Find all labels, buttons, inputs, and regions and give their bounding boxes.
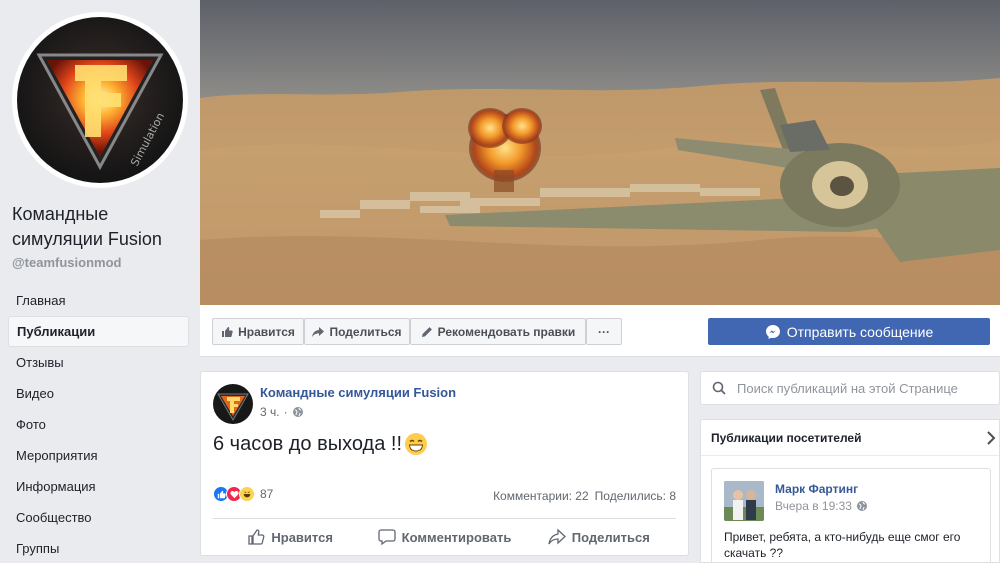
post-card: Командные симуляции Fusion 3 ч. · 6 часо… — [200, 371, 689, 556]
visitor-posts-title: Публикации посетителей — [711, 430, 862, 445]
comment-icon — [378, 529, 396, 546]
post-comment-button[interactable]: Комментировать — [367, 522, 521, 552]
visitor-post-time[interactable]: Вчера в 19:33 — [775, 499, 852, 513]
grinning-emoji-icon — [405, 433, 428, 455]
post-divider — [213, 518, 676, 519]
visitor-post-text: Привет, ребята, а кто-нибудь еще смог ег… — [724, 530, 961, 560]
messenger-icon — [765, 324, 780, 339]
more-options-button[interactable]: ··· — [586, 318, 622, 345]
visitor-posts-panel: Публикации посетителей Марк Фартинг Вчер… — [700, 419, 1000, 563]
visitor-author-name[interactable]: Марк Фартинг — [775, 482, 858, 496]
post-author-name[interactable]: Командные симуляции Fusion — [260, 385, 456, 400]
post-text: 6 часов до выхода !! — [213, 432, 428, 456]
nav-item-about[interactable]: Информация — [8, 471, 189, 502]
post-text-content: 6 часов до выхода !! — [213, 432, 403, 455]
globe-icon — [856, 501, 867, 511]
post-author-avatar[interactable] — [213, 384, 253, 424]
nav-item-community[interactable]: Сообщество — [8, 502, 189, 533]
post-actions: Нравится Комментировать Поделиться — [213, 522, 676, 552]
like-page-button[interactable]: Нравится — [212, 318, 304, 345]
nav-item-groups[interactable]: Группы — [8, 533, 189, 563]
share-arrow-icon — [548, 528, 566, 545]
post-like-button[interactable]: Нравится — [213, 522, 367, 552]
page-action-bar: Нравится Поделиться Рекомендовать правки… — [200, 305, 1000, 357]
suggest-edits-label: Рекомендовать правки — [437, 324, 576, 339]
send-message-label: Отправить сообщение — [786, 323, 934, 340]
pencil-icon — [421, 326, 432, 337]
nav-item-events[interactable]: Мероприятия — [8, 440, 189, 471]
post-stats: Комментарии: 22 Поделились: 8 — [493, 489, 676, 503]
thumbs-up-outline-icon — [248, 529, 265, 545]
nav-item-videos[interactable]: Видео — [8, 378, 189, 409]
globe-icon — [292, 407, 303, 417]
post-share-label: Поделиться — [571, 529, 650, 545]
chevron-right-icon[interactable] — [983, 430, 999, 446]
nav-item-photos[interactable]: Фото — [8, 409, 189, 440]
visitor-post-item: Марк Фартинг Вчера в 19:33 Привет, ребят… — [711, 468, 991, 563]
visitor-post-meta: Вчера в 19:33 — [775, 499, 868, 513]
nav-item-home[interactable]: Главная — [8, 285, 189, 316]
haha-reaction-icon — [239, 486, 255, 502]
page-name[interactable]: Командные симуляции Fusion — [12, 202, 192, 252]
shares-count[interactable]: Поделились: 8 — [595, 489, 676, 503]
page-nav: Главная Публикации Отзывы Видео Фото Мер… — [8, 285, 189, 563]
meta-separator: · — [283, 405, 288, 419]
more-options-label: ··· — [598, 324, 610, 339]
nav-item-posts[interactable]: Публикации — [8, 316, 189, 347]
nav-item-reviews[interactable]: Отзывы — [8, 347, 189, 378]
send-message-button[interactable]: Отправить сообщение — [708, 318, 990, 345]
cover-photo[interactable] — [200, 0, 1000, 305]
page-post-search — [700, 371, 1000, 405]
post-comment-label: Комментировать — [401, 529, 512, 545]
page-handle[interactable]: @teamfusionmod — [12, 255, 121, 270]
thumbs-up-icon — [222, 326, 233, 337]
post-meta: 3 ч. · — [260, 405, 304, 419]
suggest-edits-button[interactable]: Рекомендовать правки — [410, 318, 586, 345]
left-column: Simulation Командные симуляции Fusion @t… — [0, 0, 200, 563]
post-share-button[interactable]: Поделиться — [522, 522, 676, 552]
logo-text: Simulation — [128, 111, 167, 169]
post-like-label: Нравится — [271, 529, 333, 545]
share-page-label: Поделиться — [329, 324, 402, 339]
search-icon — [701, 381, 737, 395]
reactions-count: 87 — [260, 487, 274, 501]
comments-count[interactable]: Комментарии: 22 — [493, 489, 589, 503]
search-input[interactable] — [737, 380, 967, 396]
visitor-posts-header[interactable]: Публикации посетителей — [701, 420, 999, 456]
like-page-label: Нравится — [238, 324, 295, 339]
visitor-avatar[interactable] — [724, 481, 764, 521]
page-avatar[interactable]: Simulation — [12, 12, 188, 188]
post-timestamp[interactable]: 3 ч. — [260, 405, 280, 419]
share-icon — [312, 326, 325, 337]
reactions-summary[interactable]: 87 — [213, 486, 273, 502]
page-logo: Simulation — [17, 17, 183, 183]
share-page-button[interactable]: Поделиться — [304, 318, 410, 345]
